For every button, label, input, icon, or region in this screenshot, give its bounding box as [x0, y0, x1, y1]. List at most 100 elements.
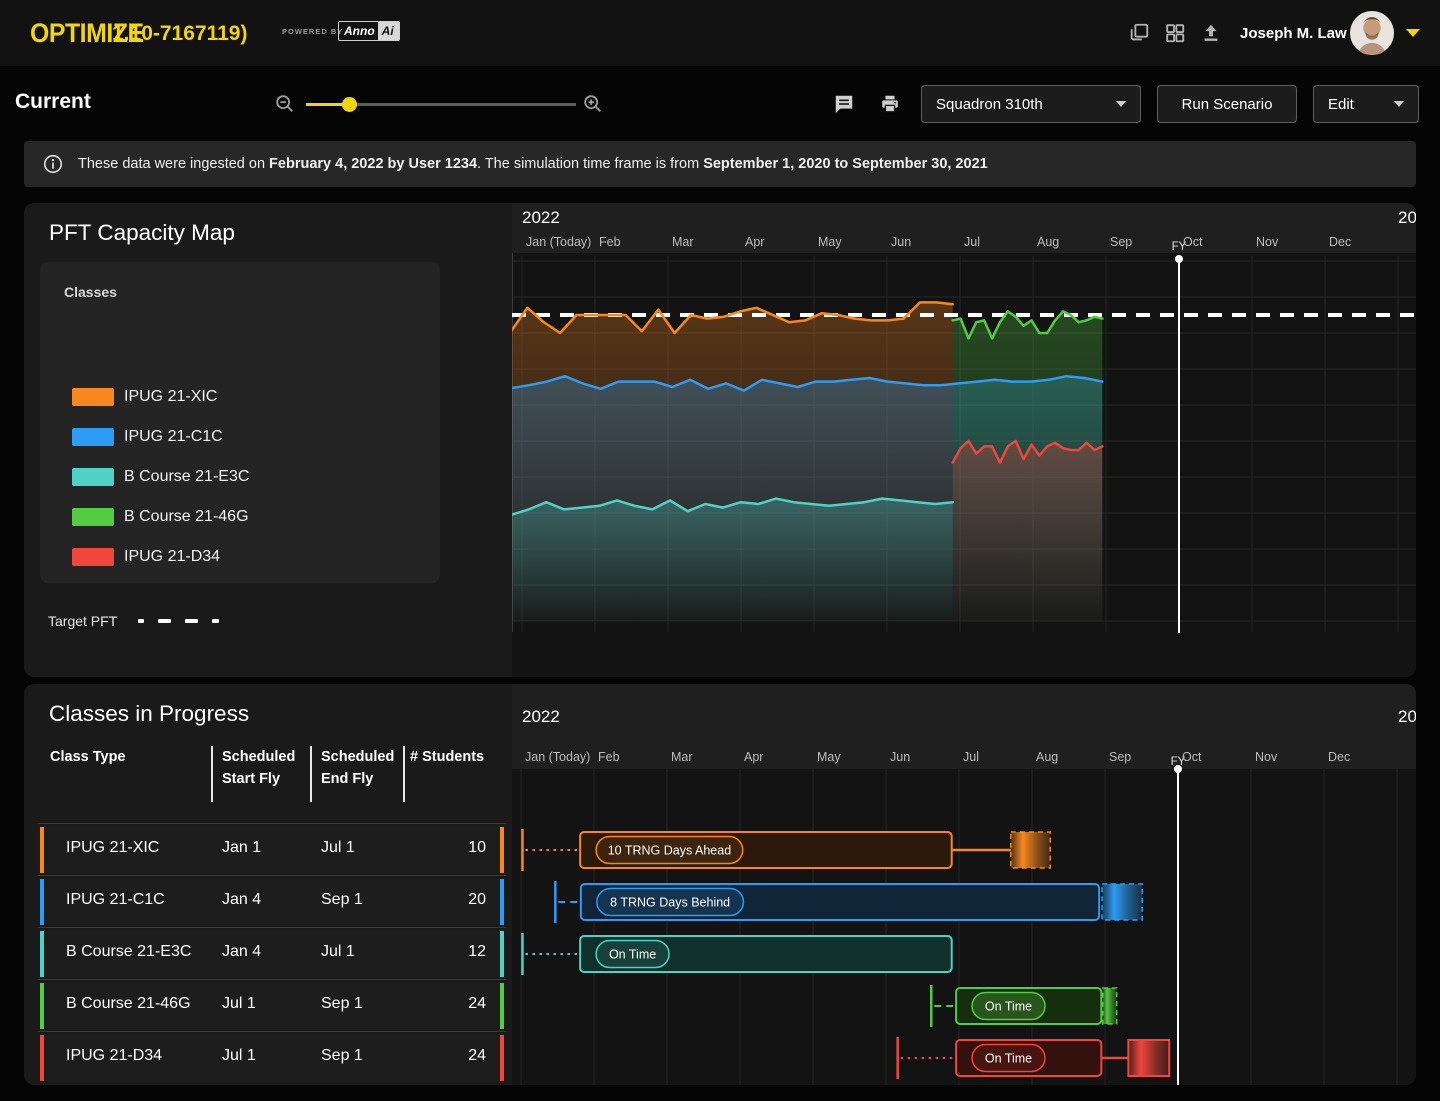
squadron-select[interactable]: Squadron 310th	[921, 85, 1141, 123]
month-label: Aug	[1036, 750, 1058, 764]
table-cell: 20	[468, 891, 486, 909]
grid-view-icon[interactable]	[1164, 22, 1186, 44]
upload-icon[interactable]	[1200, 22, 1222, 44]
legend-swatch	[72, 388, 114, 406]
view-title: Current	[15, 90, 91, 114]
gantt-block-IPUG-21-XIC[interactable]	[1011, 832, 1050, 868]
row-separator	[38, 875, 506, 876]
row-separator	[38, 979, 506, 980]
column-divider	[310, 746, 312, 802]
legend-item-IPUG-21-XIC[interactable]: IPUG 21-XIC	[40, 380, 440, 414]
capacity-title: PFT Capacity Map	[49, 220, 235, 246]
month-label: Apr	[745, 235, 764, 249]
month-label: Jan (Today)	[525, 750, 590, 764]
run-scenario-button[interactable]: Run Scenario	[1157, 85, 1297, 123]
month-label: Nov	[1255, 750, 1278, 764]
zoom-slider-thumb[interactable]	[342, 97, 357, 112]
month-label: May	[818, 235, 842, 249]
legend-swatch	[72, 468, 114, 486]
zoom-out-icon[interactable]	[274, 93, 296, 115]
pft-capacity-card: PFT Capacity Map Classes IPUG 21-XIC IPUG…	[24, 203, 1416, 677]
squadron-caret-icon	[1116, 101, 1126, 107]
month-label: Jul	[963, 750, 979, 764]
target-pft-legend: Target PFT	[48, 613, 219, 629]
table-column-header: Scheduled Start Fly	[222, 746, 295, 790]
table-row-B-Course-21-E3C[interactable]: B Course 21-E3CJan 4Jul 112	[40, 931, 504, 977]
edit-button[interactable]: Edit	[1313, 85, 1419, 123]
year-label-left: 2022	[522, 208, 560, 227]
anno-logo-suffix: Ai	[378, 22, 399, 40]
legend-item-B-Course-21-E3C[interactable]: B Course 21-E3C	[40, 460, 440, 494]
row-separator	[38, 823, 506, 824]
pft-capacity-chart: FY202220Jan (Today)FebMarAprMayJunJulAug…	[512, 203, 1416, 677]
edit-caret-icon	[1394, 101, 1404, 107]
info-icon	[42, 153, 64, 175]
month-label: Sep	[1109, 750, 1131, 764]
user-name[interactable]: Joseph M. Law	[1240, 25, 1347, 42]
table-cell: 24	[468, 1047, 486, 1065]
table-column-header: Class Type	[50, 746, 126, 768]
status-label-B-Course-21-46G: On Time	[985, 1000, 1032, 1014]
legend-item-IPUG-21-D34[interactable]: IPUG 21-D34	[40, 540, 440, 574]
table-cell: IPUG 21-C1C	[66, 891, 165, 909]
run-scenario-label: Run Scenario	[1182, 96, 1273, 113]
table-row-IPUG-21-D34[interactable]: IPUG 21-D34Jul 1Sep 124	[40, 1035, 504, 1081]
month-label: Mar	[671, 750, 693, 764]
month-label: Aug	[1037, 235, 1059, 249]
topbar: OPTIMIZE 1.10-7167119) POWERED BY Anno A…	[0, 0, 1440, 66]
month-label: Jun	[890, 750, 910, 764]
classes-in-progress-card: Classes in Progress Class TypeScheduled …	[24, 684, 1416, 1085]
month-label: Jul	[964, 235, 980, 249]
table-cell: Jan 1	[222, 839, 261, 857]
user-avatar[interactable]	[1350, 11, 1394, 55]
table-cell: B Course 21-46G	[66, 995, 191, 1013]
comment-icon[interactable]	[833, 93, 855, 115]
year-label-left: 2022	[522, 707, 560, 726]
anno-logo-text: Anno	[339, 22, 378, 40]
table-row-B-Course-21-46G[interactable]: B Course 21-46GJul 1Sep 124	[40, 983, 504, 1029]
series-area-IPUG-21-D34	[953, 441, 1103, 621]
squadron-select-value: Squadron 310th	[936, 96, 1043, 113]
table-cell: 24	[468, 995, 486, 1013]
table-cell: B Course 21-E3C	[66, 943, 191, 961]
table-cell: Jul 1	[222, 995, 256, 1013]
legend-item-IPUG-21-C1C[interactable]: IPUG 21-C1C	[40, 420, 440, 454]
month-label: Dec	[1329, 235, 1351, 249]
month-label: Feb	[599, 235, 621, 249]
column-divider	[403, 746, 405, 802]
table-cell: Jul 1	[321, 943, 355, 961]
table-row-IPUG-21-XIC[interactable]: IPUG 21-XICJan 1Jul 110	[40, 827, 504, 873]
column-divider	[211, 746, 213, 802]
legend-title: Classes	[64, 284, 117, 300]
gantt-block-IPUG-21-D34[interactable]	[1128, 1040, 1169, 1076]
powered-by-label: POWERED BY	[282, 27, 343, 36]
target-dash-icon	[138, 619, 144, 623]
table-cell: Jan 4	[222, 891, 261, 909]
user-menu-caret-icon[interactable]	[1406, 29, 1420, 37]
table-cell: Jul 1	[321, 839, 355, 857]
legend-item-B-Course-21-46G[interactable]: B Course 21-46G	[40, 500, 440, 534]
month-label: Nov	[1256, 235, 1279, 249]
legend-swatch	[72, 428, 114, 446]
table-cell: IPUG 21-D34	[66, 1047, 162, 1065]
table-cell: IPUG 21-XIC	[66, 839, 159, 857]
windows-stack-icon[interactable]	[1128, 22, 1150, 44]
table-column-header: Scheduled End Fly	[321, 746, 394, 790]
table-column-header: # Students	[410, 746, 484, 768]
fy-marker-dot	[1175, 255, 1183, 263]
zoom-in-icon[interactable]	[582, 93, 604, 115]
table-cell: Sep 1	[321, 891, 363, 909]
fy-marker-dot	[1174, 765, 1182, 773]
table-row-IPUG-21-C1C[interactable]: IPUG 21-C1C Jan 4 Sep 1 20	[40, 879, 504, 925]
month-label: Oct	[1183, 235, 1203, 249]
table-cell: Jul 1	[222, 1047, 256, 1065]
legend-label: B Course 21-E3C	[124, 468, 249, 486]
month-label: Oct	[1182, 750, 1202, 764]
zoom-slider[interactable]	[274, 92, 608, 116]
month-label: Jan (Today)	[526, 235, 591, 249]
print-icon[interactable]	[879, 93, 901, 115]
gantt-block-B-Course-21-46G[interactable]	[1103, 988, 1117, 1024]
status-label-B-Course-21-E3C: On Time	[609, 948, 656, 962]
series-area-B-Course-21-E3C	[512, 499, 953, 621]
gantt-block-IPUG-21-C1C[interactable]	[1102, 884, 1142, 920]
